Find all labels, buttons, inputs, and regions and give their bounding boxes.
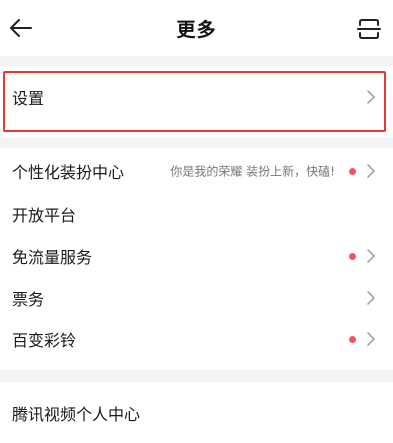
menu-item-label: 个性化装扮中心 [12,163,125,182]
menu-item-label: 开放平台 [12,206,77,225]
chevron-right-icon [367,164,375,178]
menu-item-label: 票务 [12,290,45,309]
settings-label: 设置 [12,89,45,108]
menu-item-open-platform[interactable]: 开放平台 [0,193,393,235]
menu-item-tickets[interactable]: 票务 [0,277,393,319]
personal-center-label: 腾讯视频个人中心 [12,405,141,424]
top-bar: 更多 [0,0,393,56]
chevron-right-icon [367,90,375,104]
scan-icon [357,19,381,39]
menu-item-description: 你是我的荣耀 装扮上新，快磕! [170,164,335,179]
chevron-right-icon [367,249,375,263]
chevron-right-icon [367,291,375,305]
chevron-right-icon [367,332,375,346]
notification-dot [349,335,356,343]
page-title: 更多 [176,19,217,41]
menu-section: 个性化装扮中心 你是我的荣耀 装扮上新，快磕! 开放平台 免流量服务 票务 百变… [0,148,393,370]
menu-item-label: 免流量服务 [12,248,93,267]
settings-row[interactable]: 设置 [0,76,393,118]
personal-center-section: 腾讯视频个人中心 [0,382,393,443]
personal-center-row[interactable]: 腾讯视频个人中心 [0,392,393,434]
notification-dot [349,252,356,260]
menu-item-free-data[interactable]: 免流量服务 [0,235,393,277]
menu-item-personalization[interactable]: 个性化装扮中心 你是我的荣耀 装扮上新，快磕! [0,150,393,192]
notification-dot [349,167,356,175]
settings-section: 设置 [0,66,393,138]
menu-item-ringtones[interactable]: 百变彩铃 [0,318,393,360]
menu-item-label: 百变彩铃 [12,331,77,350]
scan-button[interactable] [353,13,385,45]
